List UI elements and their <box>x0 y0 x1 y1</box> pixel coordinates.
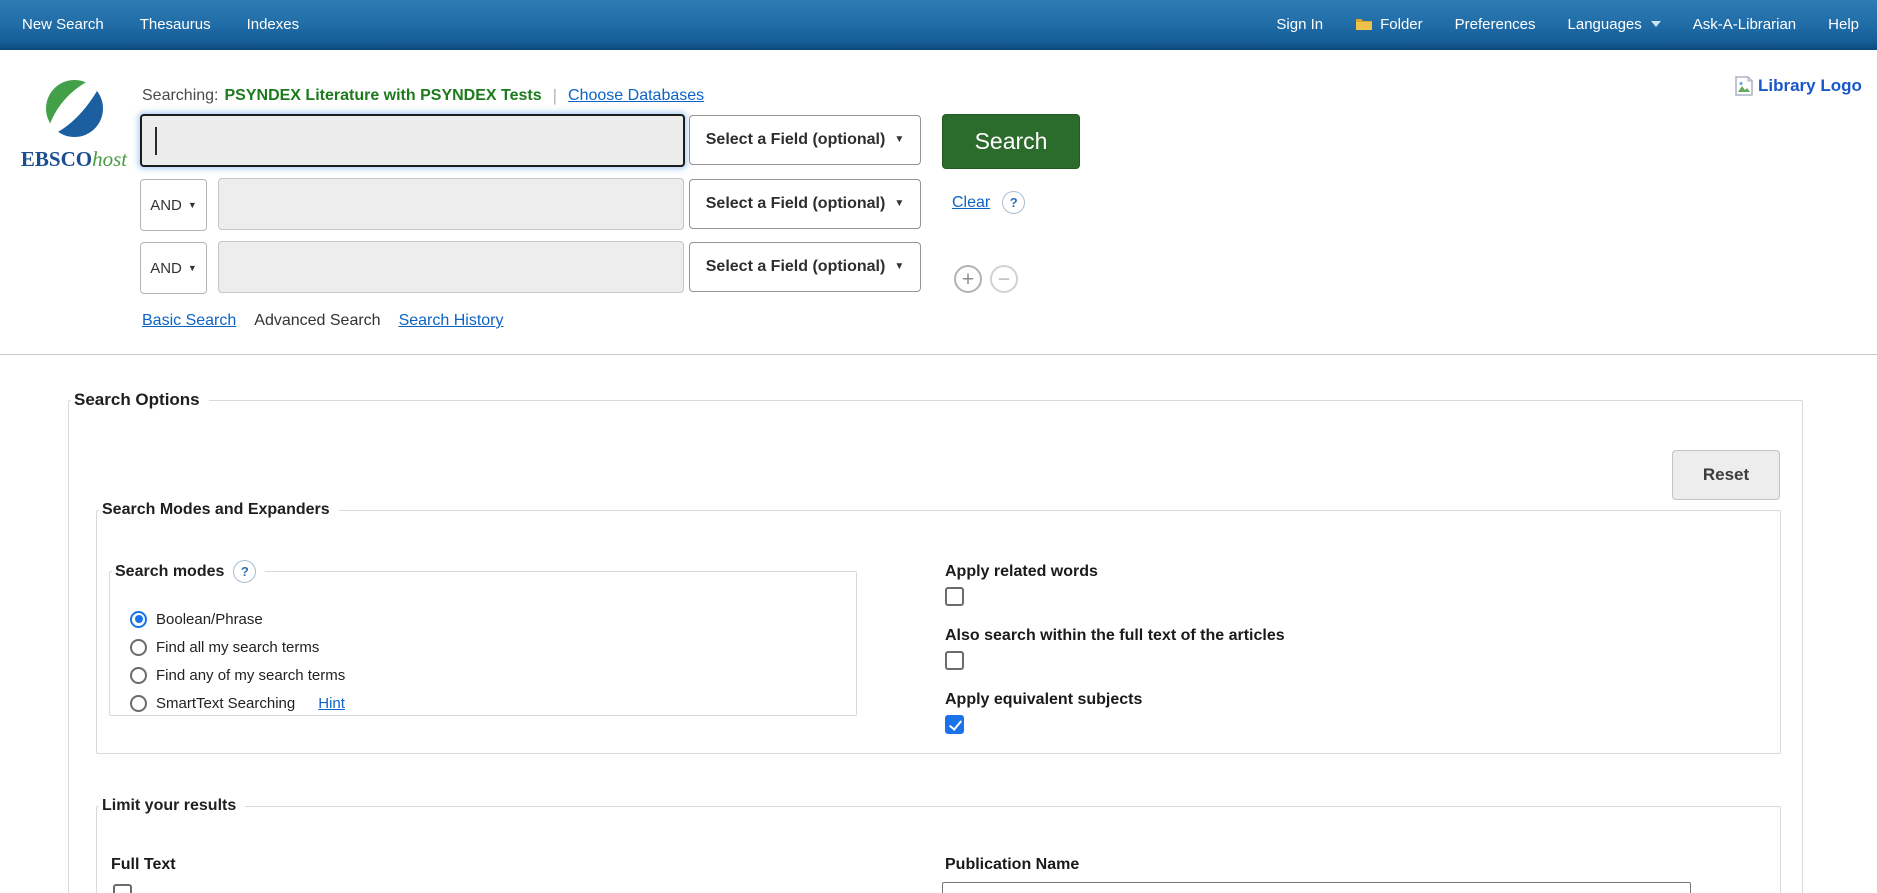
search-term-input-2[interactable] <box>218 178 684 230</box>
boolean-operator-select-2[interactable]: AND ▼ <box>140 179 207 231</box>
mode-label-2: Find any of my search terms <box>156 667 345 684</box>
mode-label-3: SmartText Searching <box>156 695 295 712</box>
expander-label-2: Apply equivalent subjects <box>945 691 1285 709</box>
nav-thesaurus[interactable]: Thesaurus <box>140 16 211 33</box>
basic-search-link[interactable]: Basic Search <box>142 312 236 330</box>
publication-name-label: Publication Name <box>945 856 1079 874</box>
expander-checkbox-2[interactable] <box>945 715 964 734</box>
search-modes-expanders-section: Search Modes and Expanders Search modes … <box>96 501 1781 754</box>
mode-radio-2[interactable] <box>130 667 147 684</box>
caret-down-icon: ▼ <box>188 264 197 273</box>
search-term-input-3[interactable] <box>218 241 684 293</box>
operator-label: AND <box>150 260 182 277</box>
mode-radio-3[interactable] <box>130 695 147 712</box>
limit-results-section: Limit your results Full Text Publication… <box>96 797 1781 893</box>
top-navigation-bar: New Search Thesaurus Indexes Sign In Fol… <box>0 0 1877 50</box>
expanders-column: Apply related words Also search within t… <box>945 563 1285 755</box>
search-modes-help-icon[interactable]: ? <box>233 560 256 583</box>
expander-label-1: Also search within the full text of the … <box>945 627 1285 645</box>
caret-down-icon: ▼ <box>894 135 904 145</box>
nav-sign-in[interactable]: Sign In <box>1276 16 1323 33</box>
search-mode-links: Basic Search Advanced Search Search Hist… <box>142 312 504 330</box>
field-select-3-label: Select a Field (optional) <box>706 258 886 276</box>
nav-folder-label: Folder <box>1380 16 1423 33</box>
boolean-operator-select-3[interactable]: AND ▼ <box>140 242 207 294</box>
full-text-label: Full Text <box>111 856 176 874</box>
ebscohost-wordmark: EBSCOhost <box>18 147 130 172</box>
clear-link[interactable]: Clear <box>952 194 990 212</box>
nav-indexes[interactable]: Indexes <box>247 16 300 33</box>
ebscohost-advanced-search-page: New Search Thesaurus Indexes Sign In Fol… <box>0 0 1877 893</box>
reset-button[interactable]: Reset <box>1672 450 1780 500</box>
publication-name-input[interactable] <box>942 882 1691 893</box>
remove-row-button[interactable]: − <box>990 265 1018 293</box>
separator: | <box>553 86 557 106</box>
operator-label: AND <box>150 197 182 214</box>
search-header: EBSCOhost Searching: PSYNDEX Literature … <box>0 50 1877 355</box>
library-logo-label: Library Logo <box>1758 76 1862 96</box>
field-select-1-label: Select a Field (optional) <box>706 131 886 149</box>
mode-row-find-all: Find all my search terms <box>130 633 856 661</box>
nav-preferences[interactable]: Preferences <box>1455 16 1536 33</box>
mode-radio-0[interactable] <box>130 611 147 628</box>
nav-ask-a-librarian[interactable]: Ask-A-Librarian <box>1693 16 1796 33</box>
clear-help-icon[interactable]: ? <box>1002 191 1025 214</box>
database-name: PSYNDEX Literature with PSYNDEX Tests <box>225 87 542 105</box>
field-select-2[interactable]: Select a Field (optional) ▼ <box>689 179 921 229</box>
search-button[interactable]: Search <box>942 114 1080 169</box>
mode-row-boolean-phrase: Boolean/Phrase <box>130 605 856 633</box>
caret-down-icon <box>1651 21 1661 27</box>
ebscohost-logo: EBSCOhost <box>18 80 130 172</box>
smarttext-hint-link[interactable]: Hint <box>318 695 345 712</box>
field-select-1[interactable]: Select a Field (optional) ▼ <box>689 115 921 165</box>
expander-checkbox-0[interactable] <box>945 587 964 606</box>
mode-row-find-any: Find any of my search terms <box>130 661 856 689</box>
expander-checkbox-1[interactable] <box>945 651 964 670</box>
search-modes-radio-list: Boolean/Phrase Find all my search terms … <box>110 583 856 717</box>
mode-row-smarttext: SmartText Searching Hint <box>130 689 856 717</box>
nav-help[interactable]: Help <box>1828 16 1859 33</box>
searching-line: Searching: PSYNDEX Literature with PSYND… <box>142 86 704 106</box>
mode-label-0: Boolean/Phrase <box>156 611 263 628</box>
nav-left-group: New Search Thesaurus Indexes <box>0 16 299 33</box>
search-term-input-1[interactable] <box>140 114 685 167</box>
nav-new-search[interactable]: New Search <box>22 16 104 33</box>
searching-label: Searching: <box>142 87 219 105</box>
add-row-button[interactable]: + <box>954 265 982 293</box>
library-logo[interactable]: Library Logo <box>1732 74 1862 98</box>
folder-icon <box>1355 17 1373 31</box>
mode-label-1: Find all my search terms <box>156 639 319 656</box>
clear-controls: Clear ? <box>952 191 1025 214</box>
caret-down-icon: ▼ <box>894 262 904 272</box>
nav-languages-label: Languages <box>1568 16 1642 33</box>
broken-image-icon <box>1732 74 1756 98</box>
caret-down-icon: ▼ <box>894 199 904 209</box>
search-modes-expanders-legend: Search Modes and Expanders <box>99 501 339 519</box>
search-history-link[interactable]: Search History <box>399 312 504 330</box>
field-select-3[interactable]: Select a Field (optional) ▼ <box>689 242 921 292</box>
expander-label-0: Apply related words <box>945 563 1285 581</box>
mode-radio-1[interactable] <box>130 639 147 656</box>
ebsco-globe-icon <box>46 80 103 142</box>
search-modes-group: Search modes ? Boolean/Phrase Find all m… <box>109 560 857 716</box>
advanced-search-label: Advanced Search <box>254 312 380 330</box>
nav-languages[interactable]: Languages <box>1568 16 1661 33</box>
choose-databases-link[interactable]: Choose Databases <box>568 87 704 105</box>
limit-results-legend: Limit your results <box>99 797 245 815</box>
nav-right-group: Sign In Folder Preferences Languages Ask… <box>1276 16 1877 33</box>
caret-down-icon: ▼ <box>188 201 197 210</box>
full-text-checkbox[interactable] <box>113 884 132 893</box>
nav-folder[interactable]: Folder <box>1355 16 1423 33</box>
search-options-legend: Search Options <box>71 390 209 410</box>
search-modes-legend-wrap: Search modes ? <box>112 560 265 583</box>
field-select-2-label: Select a Field (optional) <box>706 195 886 213</box>
text-cursor <box>155 127 157 155</box>
search-modes-legend: Search modes <box>115 563 224 581</box>
